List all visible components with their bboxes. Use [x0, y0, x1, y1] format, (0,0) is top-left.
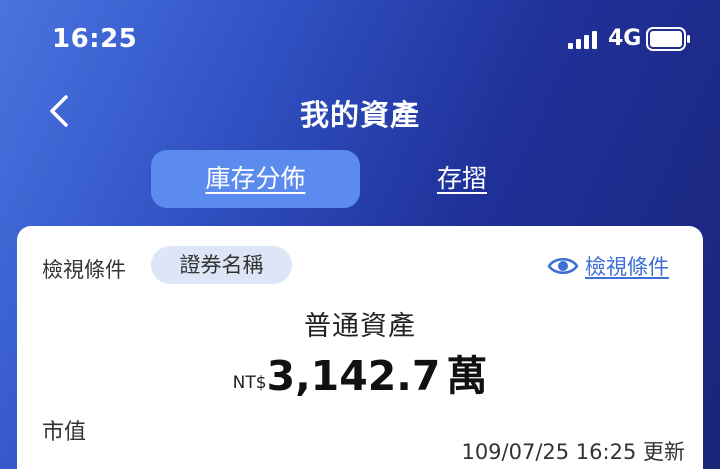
tab-passbook[interactable]: 存摺 [392, 150, 532, 208]
filter-label: 檢視條件 [42, 258, 126, 282]
tab-inventory-distribution[interactable]: 庫存分佈 [151, 150, 360, 208]
status-time: 16:25 [52, 24, 138, 54]
market-value-label: 市值 [42, 420, 87, 445]
view-conditions-link[interactable]: 檢視條件 [547, 251, 669, 281]
amount-unit: 萬 [446, 352, 488, 400]
currency-label: NT$ [232, 373, 267, 393]
amount-value: 3,142.7 [266, 352, 441, 400]
battery-icon [646, 27, 690, 51]
asset-title: 普通資產 [304, 311, 416, 342]
asset-card: 檢視條件 證券名稱 檢視條件 普通資產 NT$3,142.7 萬 市值 109/0… [17, 226, 703, 469]
page-title: 我的資產 [299, 98, 420, 132]
network-label: 4G [608, 26, 642, 51]
eye-icon [547, 258, 579, 274]
status-bar: 16:25 4G [0, 0, 720, 80]
update-timestamp: 109/07/25 16:25 更新 [461, 440, 685, 464]
signal-icon [568, 31, 597, 49]
asset-amount: NT$3,142.7 萬 [17, 342, 703, 402]
view-conditions-label: 檢視條件 [585, 255, 669, 279]
filter-chip-security-name[interactable]: 證券名稱 [151, 246, 292, 284]
